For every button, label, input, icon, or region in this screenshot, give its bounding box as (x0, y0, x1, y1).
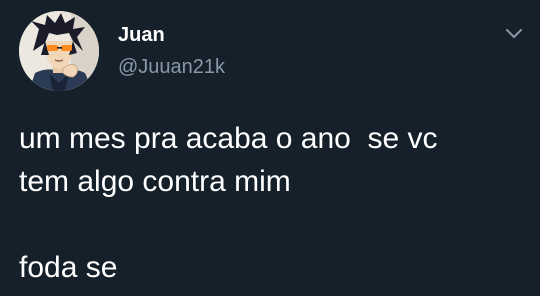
tweet-card: Juan @Juuan21k um mes pra acaba o ano se… (0, 0, 540, 296)
tweet-text-line: um mes pra acaba o ano se vc (19, 122, 438, 155)
tweet-text: um mes pra acaba o ano se vc tem algo con… (19, 117, 529, 289)
tweet-text-blank-line (19, 203, 529, 246)
author-display-name[interactable]: Juan (118, 24, 165, 46)
chevron-down-icon (506, 29, 522, 38)
tweet-options-button[interactable] (504, 25, 524, 43)
tweet-text-line: tem algo contra mim (19, 165, 291, 198)
avatar[interactable] (19, 11, 99, 91)
tweet-text-line: foda se (19, 251, 118, 284)
author-handle[interactable]: @Juuan21k (118, 56, 225, 78)
anime-character-avatar-icon (19, 11, 99, 91)
